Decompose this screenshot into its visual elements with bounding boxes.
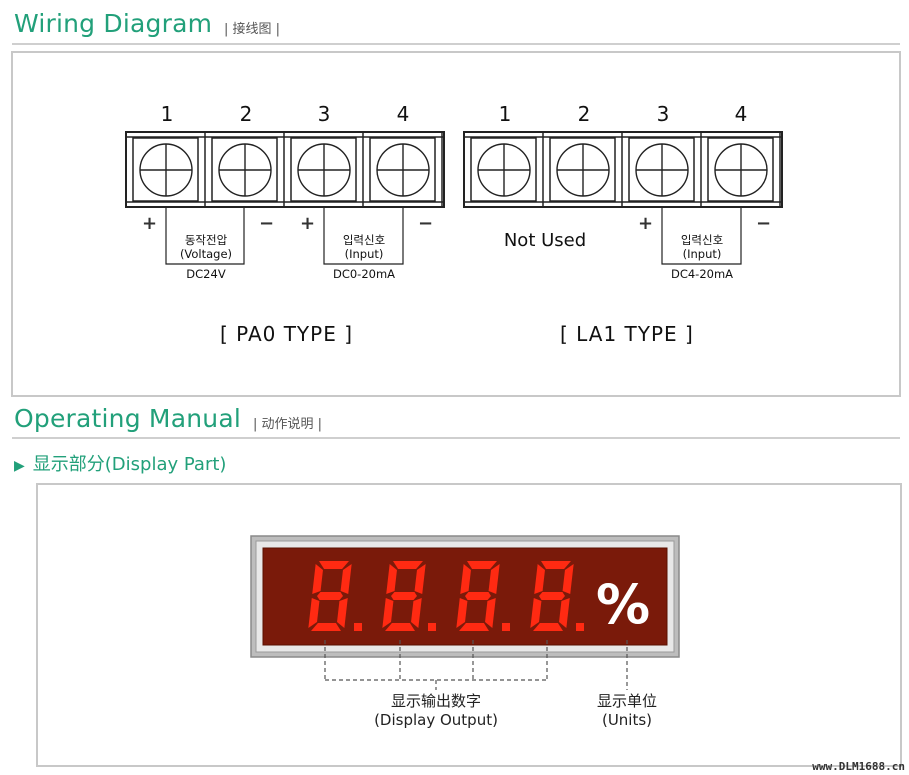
watermark: www.DLM1688.cn (812, 760, 905, 773)
leader-lines (324, 640, 628, 690)
display-unit-label-en: (Units) (601, 711, 653, 729)
display-output-label-cn: 显示输出数字 (390, 692, 481, 710)
display-unit-label-cn: 显示单位 (596, 692, 657, 710)
display-unit-label: 显示单位 (Units) (572, 692, 682, 730)
display-output-label-en: (Display Output) (374, 711, 498, 729)
display-output-label: 显示输出数字 (Display Output) (356, 692, 516, 730)
